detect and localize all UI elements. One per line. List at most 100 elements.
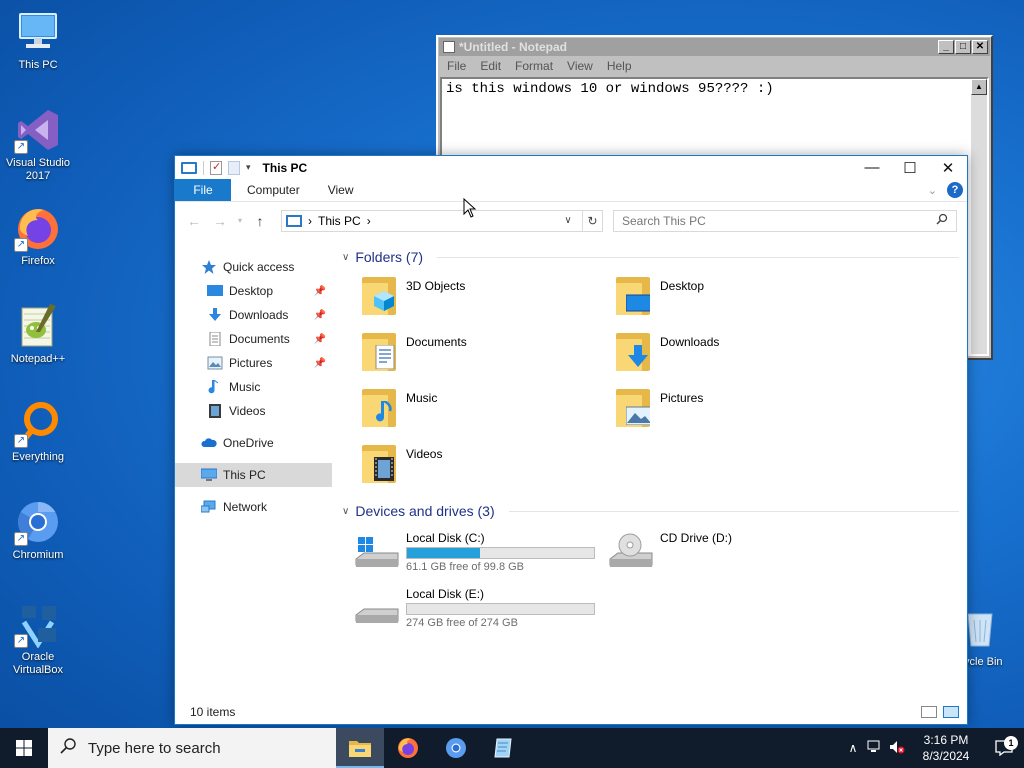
chevron-down-icon[interactable]: ∨ bbox=[342, 506, 349, 517]
large-icons-view-icon[interactable] bbox=[943, 705, 959, 718]
music-note-icon bbox=[207, 379, 223, 394]
nav-pictures[interactable]: Pictures 📌 bbox=[175, 351, 332, 375]
start-button[interactable] bbox=[0, 728, 48, 768]
desktop-icon-this-pc[interactable]: This PC bbox=[4, 8, 72, 98]
explorer-window[interactable]: ▾ This PC — ☐ ✕ File Computer View ⌄ ? ←… bbox=[174, 155, 968, 725]
minimize-button[interactable]: _ bbox=[938, 40, 954, 54]
menu-format[interactable]: Format bbox=[515, 59, 553, 73]
pin-icon[interactable]: 📌 bbox=[314, 286, 326, 297]
content-pane: ∨ Folders (7) 3D Objects Desktop Documen… bbox=[332, 239, 967, 699]
nav-onedrive[interactable]: OneDrive bbox=[175, 431, 332, 455]
volume-muted-icon[interactable] bbox=[886, 740, 908, 757]
taskbar: Type here to search ∧ 3:16 PM 8/3/2024 1 bbox=[0, 728, 1024, 768]
help-icon[interactable]: ? bbox=[947, 182, 963, 198]
desktop-icon-notepad-plus-plus[interactable]: Notepad++ bbox=[4, 302, 72, 392]
scroll-up-icon[interactable]: ▲ bbox=[971, 79, 987, 95]
drive-e[interactable]: Local Disk (E:) 274 GB free of 274 GB bbox=[354, 585, 608, 641]
refresh-icon[interactable]: ↻ bbox=[582, 210, 602, 231]
search-placeholder: Search This PC bbox=[622, 213, 706, 228]
folder-3d-objects[interactable]: 3D Objects bbox=[360, 273, 614, 329]
magnifier-icon: ↗ bbox=[14, 400, 62, 448]
folder-desktop[interactable]: Desktop bbox=[614, 273, 868, 329]
folders-group-header[interactable]: ∨ Folders (7) bbox=[342, 247, 967, 267]
mouse-cursor-icon bbox=[463, 197, 477, 221]
taskbar-chromium[interactable] bbox=[432, 728, 480, 768]
back-arrow-icon[interactable]: ← bbox=[183, 213, 205, 229]
chevron-down-icon[interactable]: ▾ bbox=[246, 162, 251, 173]
desktop-icon-chromium[interactable]: ↗ Chromium bbox=[4, 498, 72, 588]
expand-ribbon-icon[interactable]: ⌄ bbox=[928, 184, 937, 197]
folder-pictures[interactable]: Pictures bbox=[614, 385, 868, 441]
close-button[interactable]: ✕ bbox=[972, 40, 988, 54]
address-bar[interactable]: › This PC › ∨ ↻ bbox=[281, 209, 603, 232]
search-input[interactable]: Search This PC bbox=[613, 209, 957, 232]
nav-videos[interactable]: Videos bbox=[175, 399, 332, 423]
explorer-title-bar[interactable]: ▾ This PC — ☐ ✕ bbox=[175, 156, 967, 179]
shortcut-arrow-icon: ↗ bbox=[14, 238, 28, 252]
desktop-icon-label: Everything bbox=[12, 451, 64, 463]
nav-this-pc[interactable]: This PC bbox=[175, 463, 332, 487]
desktop-icon-firefox[interactable]: ↗ Firefox bbox=[4, 204, 72, 294]
pin-icon[interactable]: 📌 bbox=[314, 358, 326, 369]
pin-icon[interactable]: 📌 bbox=[314, 310, 326, 321]
taskbar-file-explorer[interactable] bbox=[336, 728, 384, 768]
up-arrow-icon[interactable]: ↑ bbox=[249, 213, 271, 229]
close-button[interactable]: ✕ bbox=[929, 157, 967, 179]
nav-network[interactable]: Network bbox=[175, 495, 332, 519]
notepad-title-bar[interactable]: *Untitled - Notepad _ □ ✕ bbox=[439, 38, 990, 56]
nav-quick-access[interactable]: Quick access bbox=[175, 255, 332, 279]
properties-icon[interactable] bbox=[210, 160, 222, 175]
breadcrumb-this-pc[interactable]: This PC bbox=[318, 214, 361, 228]
chevron-down-icon[interactable]: ∨ bbox=[560, 215, 576, 226]
nav-desktop[interactable]: Desktop 📌 bbox=[175, 279, 332, 303]
taskbar-search-input[interactable]: Type here to search bbox=[48, 728, 336, 768]
breadcrumb-sep[interactable]: › bbox=[367, 214, 371, 228]
taskbar-notepad[interactable] bbox=[480, 728, 528, 768]
drive-c[interactable]: Local Disk (C:) 61.1 GB free of 99.8 GB bbox=[354, 529, 608, 585]
forward-arrow-icon[interactable]: → bbox=[209, 213, 231, 229]
menu-file[interactable]: File bbox=[447, 59, 466, 73]
menu-help[interactable]: Help bbox=[607, 59, 632, 73]
menu-edit[interactable]: Edit bbox=[480, 59, 501, 73]
this-pc-icon bbox=[181, 161, 197, 174]
pin-icon[interactable]: 📌 bbox=[314, 334, 326, 345]
nav-music[interactable]: Music bbox=[175, 375, 332, 399]
maximize-button[interactable]: ☐ bbox=[891, 157, 929, 179]
tab-view[interactable]: View bbox=[314, 179, 368, 201]
new-folder-icon[interactable] bbox=[228, 160, 240, 175]
vertical-scrollbar[interactable]: ▲ bbox=[971, 79, 987, 354]
folder-music[interactable]: Music bbox=[360, 385, 614, 441]
folder-downloads[interactable]: Downloads bbox=[614, 329, 868, 385]
firefox-icon: ↗ bbox=[14, 204, 62, 252]
details-view-icon[interactable] bbox=[921, 705, 937, 718]
clock[interactable]: 3:16 PM 8/3/2024 bbox=[908, 732, 984, 764]
chevron-down-icon[interactable]: ∨ bbox=[342, 252, 349, 263]
menu-view[interactable]: View bbox=[567, 59, 593, 73]
desktop-icon-label: Oracle VirtualBox bbox=[13, 651, 63, 676]
folder-videos[interactable]: Videos bbox=[360, 441, 614, 497]
notification-center-button[interactable]: 1 bbox=[984, 736, 1024, 756]
folder-videos-icon bbox=[360, 441, 400, 487]
taskbar-firefox[interactable] bbox=[384, 728, 432, 768]
search-icon bbox=[936, 213, 948, 228]
tab-file[interactable]: File bbox=[175, 179, 231, 201]
network-icon[interactable] bbox=[864, 740, 886, 757]
desktop-icon-label: This PC bbox=[18, 59, 58, 71]
nav-downloads[interactable]: Downloads 📌 bbox=[175, 303, 332, 327]
drives-group-header[interactable]: ∨ Devices and drives (3) bbox=[342, 501, 967, 521]
chromium-icon: ↗ bbox=[14, 498, 62, 546]
folder-documents[interactable]: Documents bbox=[360, 329, 614, 385]
maximize-button[interactable]: □ bbox=[955, 40, 971, 54]
recent-locations-icon[interactable]: ▾ bbox=[235, 216, 245, 225]
drive-d[interactable]: CD Drive (D:) bbox=[608, 529, 862, 585]
desktop-icon-visual-studio[interactable]: ↗ Visual Studio 2017 bbox=[4, 106, 72, 196]
folder-pictures-icon bbox=[614, 385, 654, 431]
chevron-up-icon[interactable]: ∧ bbox=[842, 741, 864, 755]
minimize-button[interactable]: — bbox=[853, 157, 891, 179]
desktop-icon-virtualbox[interactable]: ↗ Oracle VirtualBox bbox=[4, 600, 72, 690]
folder-desktop-icon bbox=[614, 273, 654, 319]
tab-computer[interactable]: Computer bbox=[233, 179, 314, 201]
desktop-icon-everything[interactable]: ↗ Everything bbox=[4, 400, 72, 490]
nav-documents[interactable]: Documents 📌 bbox=[175, 327, 332, 351]
clock-date: 8/3/2024 bbox=[922, 749, 970, 763]
